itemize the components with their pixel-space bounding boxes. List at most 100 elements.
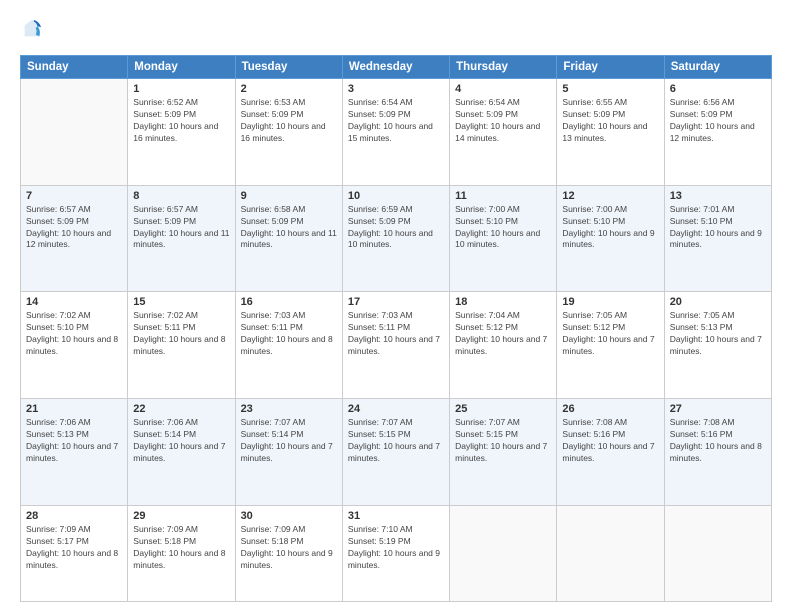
weekday-header: Monday xyxy=(128,56,235,79)
calendar-day-cell: 10 Sunrise: 6:59 AMSunset: 5:09 PMDayligh… xyxy=(342,185,449,292)
day-info: Sunrise: 7:09 AMSunset: 5:17 PMDaylight:… xyxy=(26,524,122,572)
calendar-table: SundayMondayTuesdayWednesdayThursdayFrid… xyxy=(20,55,772,602)
calendar-day-cell: 2 Sunrise: 6:53 AMSunset: 5:09 PMDaylight… xyxy=(235,79,342,186)
calendar-day-cell: 15 Sunrise: 7:02 AMSunset: 5:11 PMDayligh… xyxy=(128,292,235,399)
day-info: Sunrise: 7:10 AMSunset: 5:19 PMDaylight:… xyxy=(348,524,444,572)
calendar-week-row: 7 Sunrise: 6:57 AMSunset: 5:09 PMDaylight… xyxy=(21,185,772,292)
day-info: Sunrise: 7:09 AMSunset: 5:18 PMDaylight:… xyxy=(241,524,337,572)
calendar-day-cell xyxy=(450,505,557,601)
day-info: Sunrise: 6:58 AMSunset: 5:09 PMDaylight:… xyxy=(241,204,337,252)
day-number: 1 xyxy=(133,83,229,95)
calendar-day-cell: 16 Sunrise: 7:03 AMSunset: 5:11 PMDayligh… xyxy=(235,292,342,399)
day-number: 22 xyxy=(133,403,229,415)
logo xyxy=(20,18,43,45)
day-number: 25 xyxy=(455,403,551,415)
calendar-day-cell: 3 Sunrise: 6:54 AMSunset: 5:09 PMDaylight… xyxy=(342,79,449,186)
day-info: Sunrise: 7:09 AMSunset: 5:18 PMDaylight:… xyxy=(133,524,229,572)
calendar-day-cell: 12Sunrise: 7:00 AMSunset: 5:10 PMDayligh… xyxy=(557,185,664,292)
calendar-day-cell: 18 Sunrise: 7:04 AMSunset: 5:12 PMDayligh… xyxy=(450,292,557,399)
logo-icon xyxy=(21,18,43,40)
day-number: 17 xyxy=(348,296,444,308)
day-number: 6 xyxy=(670,83,766,95)
day-info: Sunrise: 7:08 AMSunset: 5:16 PMDaylight:… xyxy=(562,417,658,465)
day-info: Sunrise: 6:59 AMSunset: 5:09 PMDaylight:… xyxy=(348,204,444,252)
day-number: 3 xyxy=(348,83,444,95)
day-number: 14 xyxy=(26,296,122,308)
day-number: 23 xyxy=(241,403,337,415)
calendar-day-cell: 25 Sunrise: 7:07 AMSunset: 5:15 PMDayligh… xyxy=(450,399,557,506)
day-info: Sunrise: 7:02 AMSunset: 5:10 PMDaylight:… xyxy=(26,310,122,358)
day-info: Sunrise: 6:57 AMSunset: 5:09 PMDaylight:… xyxy=(26,204,122,252)
day-number: 15 xyxy=(133,296,229,308)
day-info: Sunrise: 6:54 AMSunset: 5:09 PMDaylight:… xyxy=(455,97,551,145)
day-number: 13 xyxy=(670,190,766,202)
weekday-header: Friday xyxy=(557,56,664,79)
day-number: 9 xyxy=(241,190,337,202)
calendar-header-row: SundayMondayTuesdayWednesdayThursdayFrid… xyxy=(21,56,772,79)
day-number: 10 xyxy=(348,190,444,202)
day-number: 2 xyxy=(241,83,337,95)
calendar-week-row: 21 Sunrise: 7:06 AMSunset: 5:13 PMDayligh… xyxy=(21,399,772,506)
day-info: Sunrise: 6:57 AMSunset: 5:09 PMDaylight:… xyxy=(133,204,229,252)
day-info: Sunrise: 7:02 AMSunset: 5:11 PMDaylight:… xyxy=(133,310,229,358)
day-info: Sunrise: 6:52 AMSunset: 5:09 PMDaylight:… xyxy=(133,97,229,145)
calendar-day-cell: 23 Sunrise: 7:07 AMSunset: 5:14 PMDayligh… xyxy=(235,399,342,506)
day-info: Sunrise: 7:00 AMSunset: 5:10 PMDaylight:… xyxy=(455,204,551,252)
day-number: 20 xyxy=(670,296,766,308)
day-info: Sunrise: 6:56 AMSunset: 5:09 PMDaylight:… xyxy=(670,97,766,145)
calendar-day-cell: 22 Sunrise: 7:06 AMSunset: 5:14 PMDayligh… xyxy=(128,399,235,506)
calendar-day-cell: 21 Sunrise: 7:06 AMSunset: 5:13 PMDayligh… xyxy=(21,399,128,506)
weekday-header: Tuesday xyxy=(235,56,342,79)
calendar-day-cell: 26 Sunrise: 7:08 AMSunset: 5:16 PMDayligh… xyxy=(557,399,664,506)
day-info: Sunrise: 7:03 AMSunset: 5:11 PMDaylight:… xyxy=(241,310,337,358)
day-number: 16 xyxy=(241,296,337,308)
day-number: 27 xyxy=(670,403,766,415)
day-number: 29 xyxy=(133,510,229,522)
day-info: Sunrise: 7:07 AMSunset: 5:14 PMDaylight:… xyxy=(241,417,337,465)
calendar-day-cell: 8Sunrise: 6:57 AMSunset: 5:09 PMDaylight… xyxy=(128,185,235,292)
calendar-day-cell: 4Sunrise: 6:54 AMSunset: 5:09 PMDaylight… xyxy=(450,79,557,186)
day-number: 18 xyxy=(455,296,551,308)
day-info: Sunrise: 7:08 AMSunset: 5:16 PMDaylight:… xyxy=(670,417,766,465)
day-number: 24 xyxy=(348,403,444,415)
day-info: Sunrise: 6:55 AMSunset: 5:09 PMDaylight:… xyxy=(562,97,658,145)
calendar-day-cell: 29 Sunrise: 7:09 AMSunset: 5:18 PMDayligh… xyxy=(128,505,235,601)
calendar-day-cell: 20 Sunrise: 7:05 AMSunset: 5:13 PMDayligh… xyxy=(664,292,771,399)
day-info: Sunrise: 7:04 AMSunset: 5:12 PMDaylight:… xyxy=(455,310,551,358)
calendar-day-cell xyxy=(557,505,664,601)
calendar-day-cell: 19 Sunrise: 7:05 AMSunset: 5:12 PMDayligh… xyxy=(557,292,664,399)
calendar-day-cell: 13 Sunrise: 7:01 AMSunset: 5:10 PMDayligh… xyxy=(664,185,771,292)
calendar-day-cell: 11 Sunrise: 7:00 AMSunset: 5:10 PMDayligh… xyxy=(450,185,557,292)
calendar-week-row: 1 Sunrise: 6:52 AMSunset: 5:09 PMDaylight… xyxy=(21,79,772,186)
day-number: 19 xyxy=(562,296,658,308)
calendar-day-cell: 30Sunrise: 7:09 AMSunset: 5:18 PMDayligh… xyxy=(235,505,342,601)
day-number: 7 xyxy=(26,190,122,202)
calendar-day-cell: 14 Sunrise: 7:02 AMSunset: 5:10 PMDayligh… xyxy=(21,292,128,399)
calendar-day-cell: 1 Sunrise: 6:52 AMSunset: 5:09 PMDaylight… xyxy=(128,79,235,186)
calendar-day-cell: 24Sunrise: 7:07 AMSunset: 5:15 PMDayligh… xyxy=(342,399,449,506)
header xyxy=(20,18,772,45)
day-info: Sunrise: 6:54 AMSunset: 5:09 PMDaylight:… xyxy=(348,97,444,145)
day-info: Sunrise: 7:03 AMSunset: 5:11 PMDaylight:… xyxy=(348,310,444,358)
day-info: Sunrise: 7:05 AMSunset: 5:12 PMDaylight:… xyxy=(562,310,658,358)
day-info: Sunrise: 7:01 AMSunset: 5:10 PMDaylight:… xyxy=(670,204,766,252)
calendar-day-cell: 17 Sunrise: 7:03 AMSunset: 5:11 PMDayligh… xyxy=(342,292,449,399)
weekday-header: Thursday xyxy=(450,56,557,79)
calendar-day-cell xyxy=(21,79,128,186)
day-info: Sunrise: 7:00 AMSunset: 5:10 PMDaylight:… xyxy=(562,204,658,252)
day-info: Sunrise: 7:07 AMSunset: 5:15 PMDaylight:… xyxy=(455,417,551,465)
day-number: 26 xyxy=(562,403,658,415)
calendar-week-row: 28 Sunrise: 7:09 AMSunset: 5:17 PMDayligh… xyxy=(21,505,772,601)
calendar-day-cell: 7 Sunrise: 6:57 AMSunset: 5:09 PMDaylight… xyxy=(21,185,128,292)
day-number: 28 xyxy=(26,510,122,522)
day-number: 21 xyxy=(26,403,122,415)
day-info: Sunrise: 6:53 AMSunset: 5:09 PMDaylight:… xyxy=(241,97,337,145)
day-number: 11 xyxy=(455,190,551,202)
calendar-day-cell: 5Sunrise: 6:55 AMSunset: 5:09 PMDaylight… xyxy=(557,79,664,186)
day-info: Sunrise: 7:06 AMSunset: 5:14 PMDaylight:… xyxy=(133,417,229,465)
calendar-page: SundayMondayTuesdayWednesdayThursdayFrid… xyxy=(0,0,792,612)
day-number: 31 xyxy=(348,510,444,522)
day-info: Sunrise: 7:06 AMSunset: 5:13 PMDaylight:… xyxy=(26,417,122,465)
day-info: Sunrise: 7:05 AMSunset: 5:13 PMDaylight:… xyxy=(670,310,766,358)
calendar-day-cell xyxy=(664,505,771,601)
